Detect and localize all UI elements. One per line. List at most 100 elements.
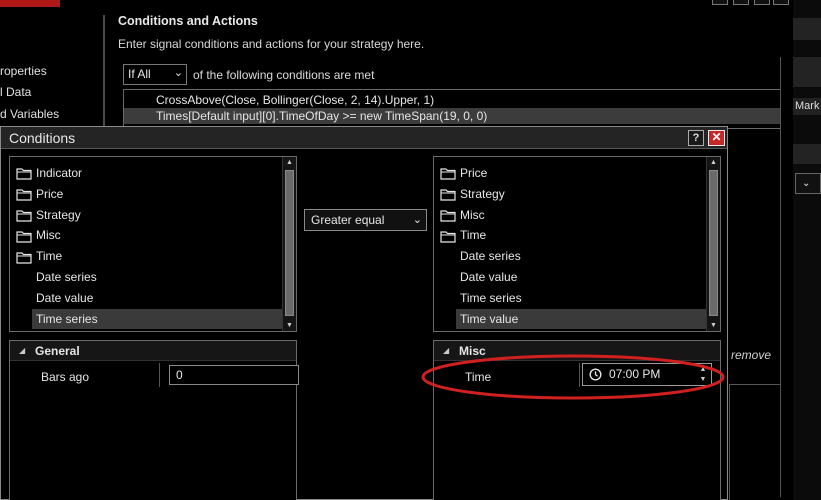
chevron-down-icon: ⌄: [412, 214, 422, 226]
nav-item-input-variables[interactable]: d Variables: [0, 107, 59, 121]
dialog-titlebar: Conditions ? ✕: [1, 127, 727, 149]
window-controls: [712, 0, 789, 5]
bars-ago-label: Bars ago: [41, 370, 90, 384]
side-panel-bar: [793, 57, 821, 87]
tree-item-time[interactable]: Time: [438, 225, 706, 245]
tree-item-date-series[interactable]: Date series: [456, 246, 706, 266]
scroll-down-icon[interactable]: ▼: [283, 320, 296, 331]
help-window-button[interactable]: [712, 0, 728, 5]
folder-icon: [16, 231, 32, 243]
condition-row[interactable]: CrossAbove(Close, Bollinger(Close, 2, 14…: [124, 92, 780, 108]
time-value: 07:00 PM: [609, 367, 661, 381]
actions-list-frame: [780, 57, 788, 497]
tree-item-label: Price: [460, 166, 488, 180]
folder-icon: [440, 231, 456, 243]
minimize-window-button[interactable]: [733, 0, 749, 5]
dialog-title: Conditions: [9, 130, 76, 146]
tree-item-price[interactable]: Price: [438, 163, 706, 183]
tree-item-label: Date value: [460, 270, 518, 284]
tree-item-indicator[interactable]: Indicator: [14, 163, 282, 183]
clock-icon: [589, 368, 602, 381]
tree-item-date-series[interactable]: Date series: [32, 267, 282, 287]
condition-match-value: If All: [128, 67, 151, 81]
tree-item-time[interactable]: Time: [14, 246, 282, 266]
tree-item-label: Price: [36, 186, 64, 201]
tree-item-price[interactable]: Price: [14, 184, 282, 204]
tree-item-misc[interactable]: Misc: [438, 205, 706, 225]
scroll-up-icon[interactable]: ▲: [283, 157, 296, 168]
tree-item-label: Date series: [36, 270, 97, 284]
properties-header[interactable]: ◢ General: [10, 341, 296, 361]
tree-item-time-series[interactable]: Time series: [32, 308, 282, 329]
chevron-down-icon: ⌄: [802, 178, 811, 189]
side-panel-label: Mark: [793, 98, 821, 115]
scroll-down-icon[interactable]: ▼: [707, 320, 720, 331]
nav-divider: [103, 15, 105, 130]
tree-item-label: Time series: [460, 290, 522, 305]
condition-row-selected[interactable]: Times[Default input][0].TimeOfDay >= new…: [124, 108, 780, 124]
folder-icon: [16, 210, 32, 222]
folder-icon: [16, 189, 32, 201]
side-panel: [793, 0, 821, 500]
left-properties-panel: ◢ General Bars ago 0: [9, 340, 299, 500]
tree-item-label: Strategy: [36, 207, 81, 222]
left-tree-scrollbar[interactable]: ▲ ▼: [282, 157, 296, 331]
remove-link[interactable]: remove: [731, 348, 771, 362]
property-divider: [159, 363, 160, 387]
tree-item-date-value[interactable]: Date value: [456, 267, 706, 287]
condition-match-select[interactable]: If All ⌄: [123, 64, 187, 85]
tree-item-strategy[interactable]: Strategy: [14, 205, 282, 225]
tree-item-label: Time value: [460, 311, 519, 326]
property-divider: [579, 363, 580, 387]
tree-item-label: Indicator: [36, 166, 83, 180]
conditions-dialog: Conditions ? ✕ Indicator Price Strategy Mis…: [0, 126, 728, 500]
nav-item-additional-data[interactable]: l Data: [0, 85, 31, 99]
right-expression-tree: Price Strategy Misc Time Date series Date val…: [433, 156, 721, 332]
folder-icon: [440, 210, 456, 222]
tree-item-label: Time series: [36, 311, 98, 326]
actions-panel: [729, 384, 781, 500]
tree-item-label: Time: [36, 249, 63, 264]
scroll-thumb[interactable]: [285, 170, 294, 316]
properties-section-title: Misc: [459, 344, 486, 358]
conditions-list: CrossAbove(Close, Bollinger(Close, 2, 14…: [123, 89, 781, 129]
folder-icon: [16, 168, 32, 180]
scroll-up-icon[interactable]: ▲: [707, 157, 720, 168]
time-value-input[interactable]: 07:00 PM ▲ ▼: [582, 363, 712, 386]
tree-item-strategy[interactable]: Strategy: [438, 184, 706, 204]
tree-item-date-value[interactable]: Date value: [32, 288, 282, 308]
collapse-triangle-icon[interactable]: ◢: [443, 346, 449, 355]
window-tab: [0, 0, 60, 7]
side-panel-select[interactable]: ⌄: [795, 173, 821, 194]
folder-icon: [440, 168, 456, 180]
stepper-up-icon[interactable]: ▲: [698, 365, 708, 374]
tree-item-time-value[interactable]: Time value: [456, 308, 706, 329]
time-label: Time: [465, 370, 492, 384]
bars-ago-input[interactable]: 0: [169, 365, 299, 385]
collapse-triangle-icon[interactable]: ◢: [19, 346, 25, 355]
folder-icon: [16, 251, 32, 264]
left-expression-tree: Indicator Price Strategy Misc Time Date serie…: [9, 156, 297, 332]
side-panel-bar: [793, 144, 821, 164]
scroll-thumb[interactable]: [709, 170, 718, 316]
tree-item-label: Misc: [460, 207, 485, 222]
properties-section-title: General: [35, 344, 80, 358]
folder-icon: [440, 189, 456, 201]
nav-item-properties[interactable]: roperties: [0, 64, 47, 78]
condition-match-suffix: of the following conditions are met: [193, 68, 375, 82]
tree-item-time-series[interactable]: Time series: [456, 288, 706, 308]
time-stepper[interactable]: ▲ ▼: [698, 365, 708, 384]
properties-header[interactable]: ◢ Misc: [434, 341, 720, 361]
maximize-window-button[interactable]: [754, 0, 770, 5]
help-button[interactable]: ?: [688, 130, 704, 146]
tree-item-label: Misc: [36, 228, 61, 243]
right-tree-scrollbar[interactable]: ▲ ▼: [706, 157, 720, 331]
tree-item-label: Strategy: [460, 186, 505, 201]
tree-item-misc[interactable]: Misc: [14, 225, 282, 245]
chevron-down-icon: ⌄: [173, 67, 183, 79]
operator-select[interactable]: Greater equal ⌄: [304, 209, 427, 231]
stepper-down-icon[interactable]: ▼: [698, 375, 708, 384]
close-window-button[interactable]: [773, 0, 789, 5]
close-button[interactable]: ✕: [708, 130, 725, 146]
section-description: Enter signal conditions and actions for …: [118, 37, 425, 51]
